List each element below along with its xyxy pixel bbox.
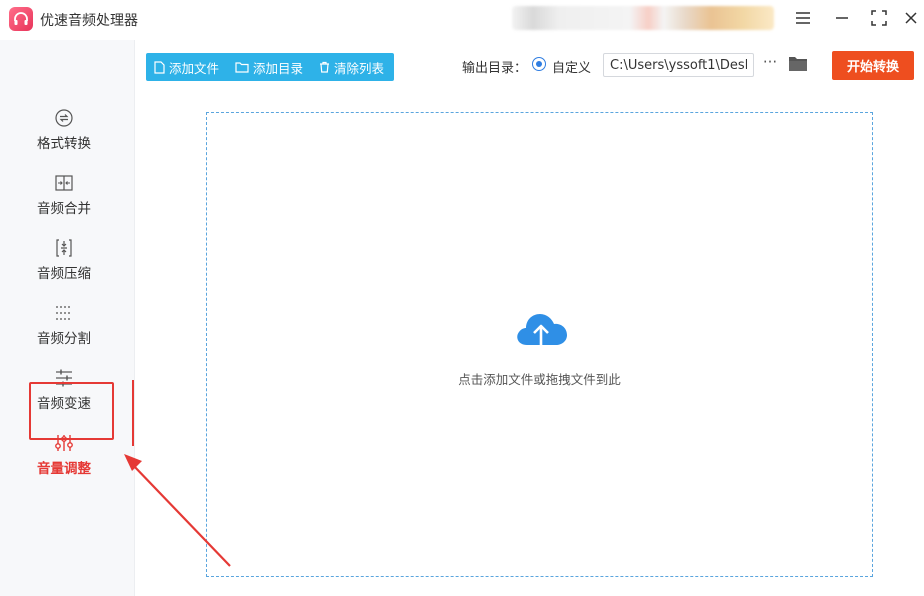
output-path-input[interactable]: [603, 53, 754, 77]
browse-more-button[interactable]: ···: [760, 54, 780, 74]
drop-hint-text: 点击添加文件或拖拽文件到此: [458, 372, 621, 387]
sidebar-item-label: 音频压缩: [37, 266, 91, 282]
sidebar-item-audio-split[interactable]: 音频分割: [0, 303, 134, 363]
add-file-button[interactable]: 添加文件: [146, 53, 227, 81]
close-icon: [905, 12, 917, 24]
add-folder-button[interactable]: 添加目录: [227, 53, 311, 81]
fullscreen-icon: [871, 10, 887, 26]
close-button[interactable]: [898, 6, 924, 30]
sidebar-item-format-convert[interactable]: 格式转换: [0, 108, 134, 168]
clear-list-label: 清除列表: [334, 60, 385, 76]
sidebar-item-audio-merge[interactable]: 音频合并: [0, 173, 134, 233]
sidebar-item-label: 音频分割: [37, 331, 91, 347]
hamburger-icon: [796, 12, 810, 24]
annotation-arrow-icon: [124, 454, 231, 567]
add-folder-label: 添加目录: [253, 60, 304, 76]
open-folder-button[interactable]: [788, 55, 810, 75]
custom-radio[interactable]: [532, 57, 546, 71]
minimize-button[interactable]: [829, 6, 855, 30]
sidebar-item-label: 音频合并: [37, 201, 91, 217]
menu-button[interactable]: [790, 6, 816, 30]
sidebar-item-volume-adjust[interactable]: 音量调整: [0, 433, 134, 493]
file-drop-zone[interactable]: 点击添加文件或拖拽文件到此: [206, 112, 873, 577]
file-button-group: 添加文件 添加目录 清除列表: [146, 53, 394, 81]
trash-icon: [320, 61, 330, 73]
format-convert-icon: [55, 109, 73, 127]
headphones-icon: [14, 12, 28, 25]
folder-open-icon: [789, 57, 807, 71]
sidebar-item-label: 音量调整: [37, 461, 91, 477]
audio-compress-icon: [56, 239, 72, 257]
sidebar-item-label: 格式转换: [37, 136, 91, 152]
app-title: 优速音频处理器: [40, 13, 138, 29]
active-highlight-box: [29, 382, 114, 440]
blurred-account-area: [512, 6, 774, 30]
start-convert-button[interactable]: 开始转换: [832, 51, 914, 80]
folder-icon: [235, 62, 249, 73]
clear-list-button[interactable]: 清除列表: [311, 53, 392, 81]
app-logo: [9, 7, 33, 31]
output-dir-label: 输出目录：: [462, 61, 528, 76]
sidebar: 格式转换 音频合并 音频压缩 音频分割 音频变速 音量调整: [0, 40, 135, 596]
audio-split-icon: [56, 306, 72, 320]
sidebar-item-audio-compress[interactable]: 音频压缩: [0, 238, 134, 298]
title-bar: 优速音频处理器: [0, 0, 924, 38]
cloud-upload-icon: [517, 314, 567, 356]
maximize-button[interactable]: [866, 6, 892, 30]
minimize-icon: [836, 17, 848, 19]
file-icon: [154, 60, 165, 74]
add-file-label: 添加文件: [169, 60, 220, 76]
active-indicator: [132, 380, 134, 446]
custom-radio-label[interactable]: 自定义: [552, 57, 591, 76]
audio-merge-icon: [55, 175, 73, 191]
